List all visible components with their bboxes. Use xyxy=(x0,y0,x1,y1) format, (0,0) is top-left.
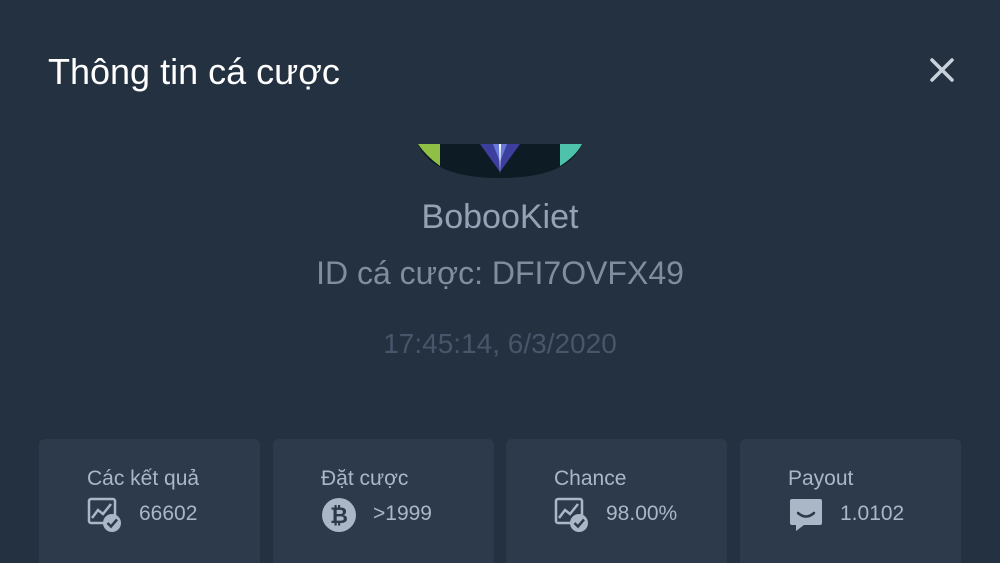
smile-chat-icon xyxy=(790,499,822,531)
chart-check-icon xyxy=(554,497,588,532)
svg-text:₿: ₿ xyxy=(330,504,348,529)
stat-value: 66602 xyxy=(139,502,198,525)
stat-card-chance: Chance 98.00% xyxy=(506,439,727,563)
stat-label: Payout xyxy=(788,467,854,490)
username: BobooKiet xyxy=(421,198,579,236)
stat-card-results: Các kết quả 66602 xyxy=(39,439,260,563)
stat-value: 1.0102 xyxy=(840,502,905,525)
bet-id-label: ID cá cược: xyxy=(316,255,483,291)
bet-id-row: ID cá cược: DFI7OVFX49 xyxy=(0,252,1000,294)
bet-timestamp: 17:45:14, 6/3/2020 xyxy=(383,328,617,359)
stat-value: 98.00% xyxy=(606,502,678,525)
stat-card-payout: Payout 1.0102 xyxy=(740,439,961,563)
modal-title: Thông tin cá cược xyxy=(48,51,340,92)
bet-id-value: DFI7OVFX49 xyxy=(491,255,684,291)
stat-label: Đặt cược xyxy=(321,467,409,490)
chart-check-icon xyxy=(87,497,121,532)
stat-label: Chance xyxy=(554,467,627,490)
stat-label: Các kết quả xyxy=(87,467,200,490)
stats-row: Các kết quả 66602 Đặt cược ₿ >1999 Chanc… xyxy=(39,439,961,563)
avatar xyxy=(418,144,582,178)
stat-card-bet: Đặt cược ₿ >1999 xyxy=(273,439,494,563)
close-icon xyxy=(930,58,954,82)
bet-info-modal: Thông tin cá cược BobooKiet ID cá cược: … xyxy=(0,0,1000,563)
bitcoin-icon: ₿ xyxy=(322,498,356,532)
close-button[interactable] xyxy=(920,48,964,92)
stat-value: >1999 xyxy=(373,502,432,525)
